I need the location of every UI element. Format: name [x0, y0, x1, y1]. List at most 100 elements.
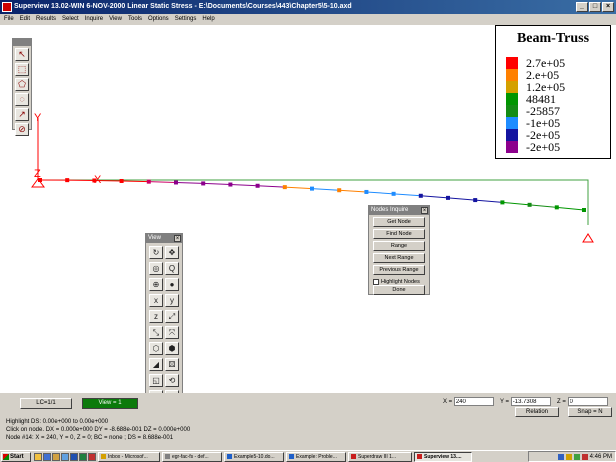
word-icon[interactable] [70, 452, 78, 461]
view-xy-icon[interactable]: ⤧ [165, 326, 179, 339]
taskbar-task-button[interactable]: Superview 13.... [414, 451, 472, 462]
maximize-button[interactable]: □ [589, 2, 601, 12]
taskbar-task-button[interactable]: Inbox - Microsof... [98, 451, 160, 462]
select-palette-title[interactable] [13, 39, 31, 46]
beam-node[interactable] [310, 186, 314, 191]
browser-icon[interactable] [43, 452, 51, 461]
select-circle-icon[interactable]: ◌ [15, 93, 29, 106]
range-button[interactable]: Range [373, 241, 425, 251]
get-node-button[interactable]: Get Node [373, 217, 425, 227]
orbit-icon[interactable]: ◎ [149, 262, 163, 275]
menu-view[interactable]: View [109, 14, 122, 25]
app-icon[interactable] [2, 2, 12, 12]
beam-node[interactable] [201, 181, 206, 186]
beam-node[interactable] [446, 195, 450, 200]
minimize-button[interactable]: _ [576, 2, 588, 12]
fit-icon[interactable]: ⊕ [149, 278, 163, 291]
beam-element [311, 188, 340, 191]
snap-button[interactable]: Snap = N [568, 407, 612, 417]
menu-inquire[interactable]: Inquire [85, 14, 103, 25]
beam-node[interactable] [282, 185, 287, 190]
beam-node[interactable] [174, 180, 178, 185]
beam-node[interactable] [255, 183, 260, 188]
menu-select[interactable]: Select [62, 14, 79, 25]
beam-node[interactable] [418, 193, 423, 198]
mail-icon[interactable] [61, 452, 69, 461]
taskbar-task-button[interactable]: Superdraw III 1... [348, 451, 412, 462]
beam-node[interactable] [554, 205, 559, 210]
right-support-icon [582, 233, 594, 243]
taskbar-task-button[interactable]: Example: Proble... [286, 451, 346, 462]
relation-button[interactable]: Relation [515, 407, 559, 417]
view-x-icon[interactable]: x [149, 294, 163, 307]
view-y-icon[interactable]: y [165, 294, 179, 307]
beam-node[interactable] [364, 189, 369, 194]
view-xz-icon[interactable]: ⤢ [165, 310, 179, 323]
view-yz-icon[interactable]: ⤡ [149, 326, 163, 339]
dice-icon[interactable]: ⚄ [165, 358, 179, 371]
beam-node[interactable] [119, 178, 124, 183]
x-coord: X = [443, 397, 494, 406]
desktop-icon[interactable] [34, 452, 42, 461]
volume-icon[interactable] [565, 453, 572, 460]
next-range-button[interactable]: Next Range [373, 253, 425, 263]
beam-node[interactable] [473, 198, 478, 203]
powerpoint-icon[interactable] [88, 452, 96, 461]
excel-icon[interactable] [79, 452, 87, 461]
menu-settings[interactable]: Settings [175, 14, 197, 25]
shade-icon[interactable]: ● [165, 278, 179, 291]
recent-view-icon[interactable]: ⟲ [165, 374, 179, 387]
menu-help[interactable]: Help [202, 14, 214, 25]
beam-node[interactable] [65, 178, 70, 183]
select-box-icon[interactable]: ⬚ [15, 63, 29, 76]
perspective-icon[interactable]: ◢ [149, 358, 163, 371]
beam-node[interactable] [527, 202, 532, 207]
beam-node[interactable] [38, 178, 42, 182]
beam-node[interactable] [500, 200, 505, 205]
view-z-icon[interactable]: z [149, 310, 163, 323]
beam-node[interactable] [92, 178, 97, 183]
menu-options[interactable]: Options [148, 14, 169, 25]
zoom-window-icon[interactable]: Q [165, 262, 179, 275]
antivirus-icon[interactable] [573, 453, 580, 460]
view-panel-title[interactable]: View × [146, 234, 182, 243]
z-coord-input[interactable] [567, 397, 608, 406]
menu-results[interactable]: Results [36, 14, 56, 25]
menu-edit[interactable]: Edit [20, 14, 30, 25]
folder-icon[interactable] [52, 452, 60, 461]
menu-bar: File Edit Results Select Inquire View To… [0, 14, 616, 25]
unselect-icon[interactable]: ⊘ [15, 123, 29, 136]
y-coord-input[interactable] [510, 397, 551, 406]
beam-node[interactable] [337, 188, 342, 193]
taskbar-task-button[interactable]: egr-fac-fs - def... [162, 451, 222, 462]
x-coord-input[interactable] [453, 397, 494, 406]
network-icon[interactable] [557, 453, 564, 460]
menu-file[interactable]: File [4, 14, 14, 25]
close-button[interactable]: × [602, 2, 614, 12]
iso-view-icon[interactable]: ⬡ [149, 342, 163, 355]
beam-node[interactable] [582, 208, 586, 212]
persp-view-icon[interactable]: ⬢ [165, 342, 179, 355]
done-button[interactable]: Done [373, 285, 425, 295]
beam-node[interactable] [391, 191, 396, 196]
nodes-panel-title[interactable]: Nodes Inquire × [369, 206, 429, 215]
find-node-button[interactable]: Find Node [373, 229, 425, 239]
start-button[interactable]: Start [1, 451, 31, 462]
menu-tools[interactable]: Tools [128, 14, 142, 25]
start-label: Start [10, 453, 24, 460]
taskbar-task-button[interactable]: Example5-10.do... [224, 451, 284, 462]
beam-node[interactable] [228, 182, 233, 187]
previous-range-button[interactable]: Previous Range [373, 265, 425, 275]
load-case-button[interactable]: LC=1/1 [20, 398, 72, 409]
rotate-icon[interactable]: ↻ [149, 246, 163, 259]
select-arrow-icon[interactable]: ↖ [15, 48, 29, 61]
tray-app-icon[interactable] [581, 453, 588, 460]
view-button[interactable]: View = 1 [82, 398, 138, 409]
hidden-line-icon[interactable]: ◱ [149, 374, 163, 387]
select-element-icon[interactable]: ↗ [15, 108, 29, 121]
close-icon[interactable]: × [174, 235, 181, 242]
close-icon[interactable]: × [421, 207, 428, 214]
beam-node[interactable] [146, 179, 151, 184]
pan-icon[interactable]: ✥ [165, 246, 179, 259]
select-polygon-icon[interactable]: ⬠ [15, 78, 29, 91]
